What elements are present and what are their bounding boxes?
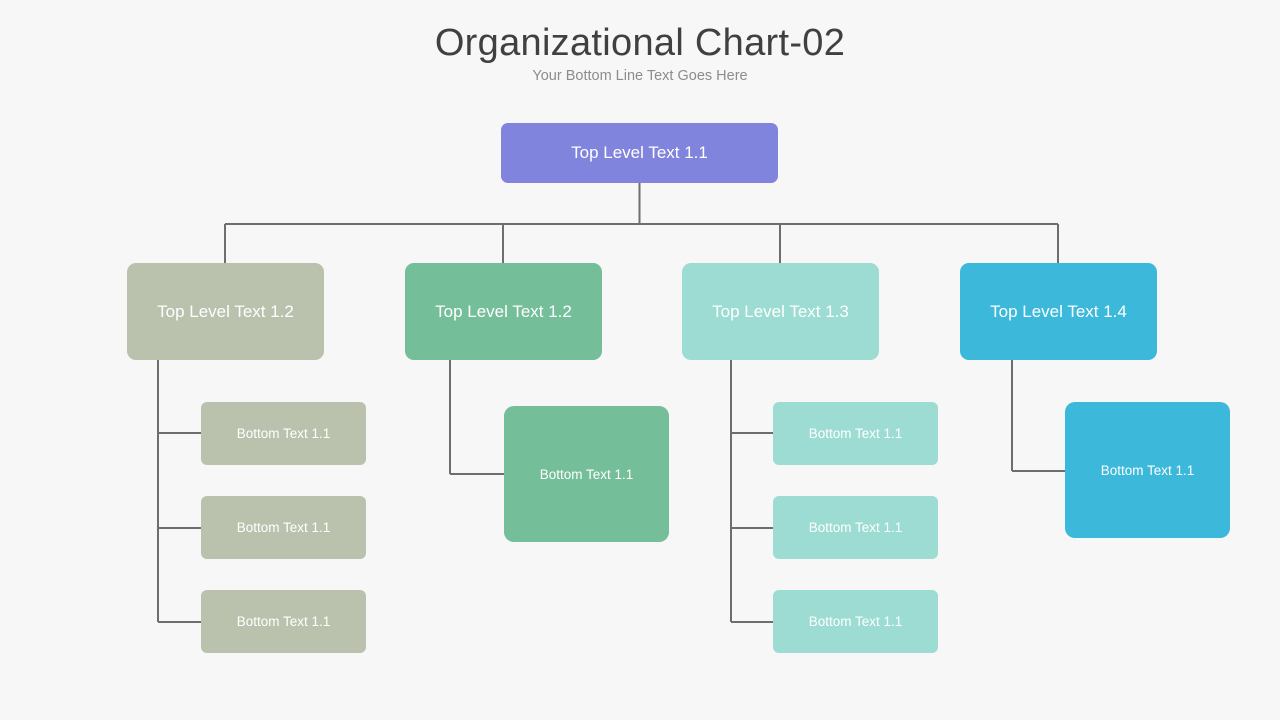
node-branch-1-label: Top Level Text 1.2 — [157, 301, 294, 321]
node-root[interactable]: Top Level Text 1.1 — [501, 123, 778, 183]
node-branch-3-leaf-1[interactable]: Bottom Text 1.1 — [773, 402, 938, 465]
org-chart-slide: Organizational Chart-02 Your Bottom Line… — [0, 0, 1280, 720]
node-branch-3[interactable]: Top Level Text 1.3 — [682, 263, 879, 360]
node-branch-1-leaf-1[interactable]: Bottom Text 1.1 — [201, 402, 366, 465]
node-branch-1-leaf-2[interactable]: Bottom Text 1.1 — [201, 496, 366, 559]
node-branch-2[interactable]: Top Level Text 1.2 — [405, 263, 602, 360]
node-branch-2-label: Top Level Text 1.2 — [435, 301, 572, 321]
node-branch-3-leaf-2-label: Bottom Text 1.1 — [808, 520, 903, 535]
node-branch-1-leaf-2-label: Bottom Text 1.1 — [236, 520, 331, 535]
node-branch-2-leaf-1[interactable]: Bottom Text 1.1 — [504, 406, 669, 542]
node-branch-4-leaf-1[interactable]: Bottom Text 1.1 — [1065, 402, 1230, 538]
node-branch-4-leaf-1-label: Bottom Text 1.1 — [1100, 462, 1195, 478]
node-branch-1-leaf-3[interactable]: Bottom Text 1.1 — [201, 590, 366, 653]
node-branch-4[interactable]: Top Level Text 1.4 — [960, 263, 1157, 360]
node-branch-4-label: Top Level Text 1.4 — [990, 301, 1127, 321]
node-branch-1[interactable]: Top Level Text 1.2 — [127, 263, 324, 360]
node-branch-3-leaf-1-label: Bottom Text 1.1 — [808, 426, 903, 441]
node-branch-3-leaf-3[interactable]: Bottom Text 1.1 — [773, 590, 938, 653]
connector-lines — [157, 183, 1065, 623]
node-branch-3-leaf-2[interactable]: Bottom Text 1.1 — [773, 496, 938, 559]
node-root-label: Top Level Text 1.1 — [571, 143, 708, 162]
node-branch-1-leaf-3-label: Bottom Text 1.1 — [236, 614, 331, 629]
node-branch-3-leaf-3-label: Bottom Text 1.1 — [808, 614, 903, 629]
node-branch-1-leaf-1-label: Bottom Text 1.1 — [236, 426, 331, 441]
node-branch-3-label: Top Level Text 1.3 — [712, 301, 849, 321]
node-branch-2-leaf-1-label: Bottom Text 1.1 — [539, 466, 634, 482]
